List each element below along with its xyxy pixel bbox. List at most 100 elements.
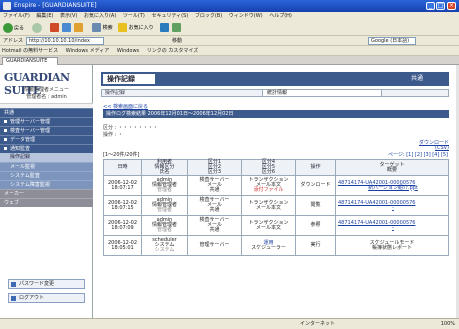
minimize-button[interactable]: _ — [426, 2, 435, 10]
search-icon — [92, 23, 101, 32]
user-name: 管理者名 : admin — [26, 94, 67, 100]
filter-category: 区分 : ・・・・・・・・ — [103, 125, 158, 131]
refresh-icon — [62, 23, 71, 32]
cell-target[interactable]: 48714174-UA42001-00000576- — [335, 215, 449, 236]
sidebar: GUARDIAN SUITE 情報管理者メニュー 管理者名 : admin 共通… — [0, 65, 93, 318]
sidebar-item-system-failure[interactable]: システム障害監視 — [0, 180, 93, 189]
bullet-icon — [4, 147, 7, 150]
cell-user: scheduler システム システム — [141, 235, 188, 256]
browser-icon — [3, 2, 11, 10]
history-button[interactable] — [172, 23, 181, 34]
cell-target: スケジュールモード 帳簿状態レポート — [335, 235, 449, 256]
sidebar-item-mail-monitor[interactable]: メール監視 — [0, 162, 93, 171]
user-info: 情報管理者メニュー 管理者名 : admin — [0, 87, 93, 101]
change-password-button[interactable]: パスワード変更 — [8, 279, 85, 289]
log-table: 日時 利用者 情報区分 氏名 区分1 区分2 区分3 区分4 区分5 区分6 操… — [103, 159, 449, 256]
sidebar-item-web[interactable]: ウェブ — [0, 198, 93, 207]
menu-view[interactable]: 表示(V) — [60, 13, 77, 19]
cell-class1: 検査サーバー メール 共通 — [187, 195, 242, 216]
result-count: [1～20件/20件] — [103, 152, 140, 158]
col-datetime: 日時 — [103, 159, 142, 176]
logout-button[interactable]: ログアウト — [8, 293, 85, 303]
category-bar: 操作記録 統計情報 — [101, 89, 449, 97]
cell-class2: トランザクション メール本文 — [241, 215, 296, 236]
search-field[interactable]: Google (日本語) — [368, 37, 416, 45]
cell-class2: トランザクション メール本文 添付ファイル — [241, 175, 296, 196]
stop-icon — [50, 23, 59, 32]
sidebar-item-data[interactable]: データ管理 — [0, 135, 93, 144]
menu-file[interactable]: ファイル(F) — [3, 13, 30, 19]
forward-arrow-icon — [32, 23, 42, 33]
link-windows-media[interactable]: Windows メディア — [66, 48, 110, 54]
page-title: 操作記録 — [101, 72, 157, 86]
key-icon — [11, 282, 16, 287]
cell-user: admin 情報管理者 管理者 — [141, 175, 188, 196]
cell-datetime: 2006-12-02 18:07:15 — [103, 195, 142, 216]
link-customize[interactable]: リンクの カスタマイズ — [147, 48, 198, 54]
tab-guardiansuite[interactable]: GUARDIANSUITE — [2, 57, 58, 65]
menu-tools[interactable]: ツール(T) — [123, 13, 145, 19]
sidebar-item-notification-audit[interactable]: 通知監査 — [0, 144, 93, 153]
cell-operation: ダウンロード — [295, 175, 336, 196]
sidebar-item-maker[interactable]: メーカー — [0, 189, 93, 198]
stop-button[interactable] — [50, 23, 59, 34]
cell-datetime: 2006-12-02 18:07:09 — [103, 215, 142, 236]
table-row: 2006-12-02 18:07:15 admin 情報管理者 管理者 検査サーバーメ… — [103, 195, 449, 216]
cell-target[interactable]: 48714174-UA42001-00000576- — [335, 195, 449, 216]
home-button[interactable] — [74, 23, 83, 34]
category-select[interactable]: 統計情報 — [262, 89, 382, 97]
table-row: 2006-12-02 18:07:09 admin 情報管理者 管理者 検査サーバーメ… — [103, 215, 449, 236]
cell-target[interactable]: 48714174-UA42001-00000576 新バージョン紹介.ppt — [335, 175, 449, 196]
table-header-row: 日時 利用者 情報区分 氏名 区分1 区分2 区分3 区分4 区分5 区分6 操… — [103, 159, 449, 176]
sidebar-item-common[interactable]: 共通 — [0, 108, 93, 117]
home-icon — [74, 23, 83, 32]
maximize-button[interactable]: □ — [436, 2, 445, 10]
media-button[interactable] — [160, 23, 169, 34]
media-icon — [160, 23, 169, 32]
back-button[interactable]: 戻る — [3, 23, 24, 34]
menu-favorites[interactable]: お気に入り(A) — [84, 13, 116, 19]
link-windows[interactable]: Windows — [117, 48, 139, 54]
status-bar: インターネット 100% — [0, 318, 459, 329]
back-to-search-link[interactable]: << 検索画面に戻る — [103, 103, 148, 110]
download-link[interactable]: ダウンロード (CSV) — [419, 141, 449, 151]
window-title: Enspire - [GUARDIANSUITE] — [14, 2, 97, 9]
address-label: アドレス — [3, 38, 24, 44]
url-input[interactable]: http://10.10.10.10/index — [26, 37, 104, 45]
menu-block[interactable]: ブロック(B) — [195, 13, 222, 19]
menu-security[interactable]: セキュリティ(S) — [151, 13, 188, 19]
category-label: 操作記録 — [105, 90, 126, 96]
logout-icon — [11, 296, 16, 301]
cell-operation: 閲覧 — [295, 195, 336, 216]
menu-bar: ファイル(F) 編集(E) 表示(V) お気に入り(A) ツール(T) セキュリ… — [0, 12, 459, 21]
filter-operation: 操作 : ・ — [103, 132, 123, 138]
window-titlebar: Enspire - [GUARDIANSUITE] _ □ × — [0, 0, 459, 12]
cell-operation: 実行 — [295, 235, 336, 256]
tab-bar: GUARDIANSUITE — [0, 56, 459, 65]
zoom-level[interactable]: 100% — [441, 319, 455, 329]
search-button[interactable]: 検索 — [92, 23, 113, 34]
forward-button[interactable] — [32, 23, 43, 34]
refresh-button[interactable] — [62, 23, 71, 34]
menu-edit[interactable]: 編集(E) — [36, 13, 53, 19]
go-button[interactable]: 移動 — [172, 37, 182, 45]
sidebar-item-admin-server[interactable]: 管理サーバー管理 — [0, 117, 93, 126]
table-row: 2006-12-02 18:07:17 admin 情報管理者 管理者 検査サーバーメ… — [103, 175, 449, 196]
cell-class2: トランザクション メール本文 — [241, 195, 296, 216]
pagination[interactable]: ページ: [1] [2] [3] [4] [5] — [388, 151, 448, 158]
menu-window[interactable]: ウィンドウ(W) — [229, 13, 263, 19]
sidebar-item-operation-log[interactable]: 操作記録 — [0, 153, 93, 162]
favorites-button[interactable]: お気に入り — [118, 23, 154, 34]
table-row: 2006-12-02 18:05:01 scheduler システム システム 管理サ… — [103, 235, 449, 256]
link-hotmail[interactable]: Hotmail の無料サービス — [2, 48, 58, 54]
page-header: 操作記録 共通 — [101, 72, 449, 86]
cell-class1: 検査サーバー メール 共通 — [187, 215, 242, 236]
sidebar-item-inspection-server[interactable]: 検査サーバー管理 — [0, 126, 93, 135]
cell-user: admin 情報管理者 管理者 — [141, 215, 188, 236]
sidebar-item-system-audit[interactable]: システム監査 — [0, 171, 93, 180]
links-bar: Hotmail の無料サービス Windows メディア Windows リンク… — [0, 46, 459, 56]
menu-help[interactable]: ヘルプ(H) — [269, 13, 292, 19]
close-button[interactable]: × — [447, 2, 456, 10]
user-menu-label: 情報管理者メニュー — [23, 87, 69, 93]
cell-class1: 管理サーバー — [187, 235, 242, 256]
